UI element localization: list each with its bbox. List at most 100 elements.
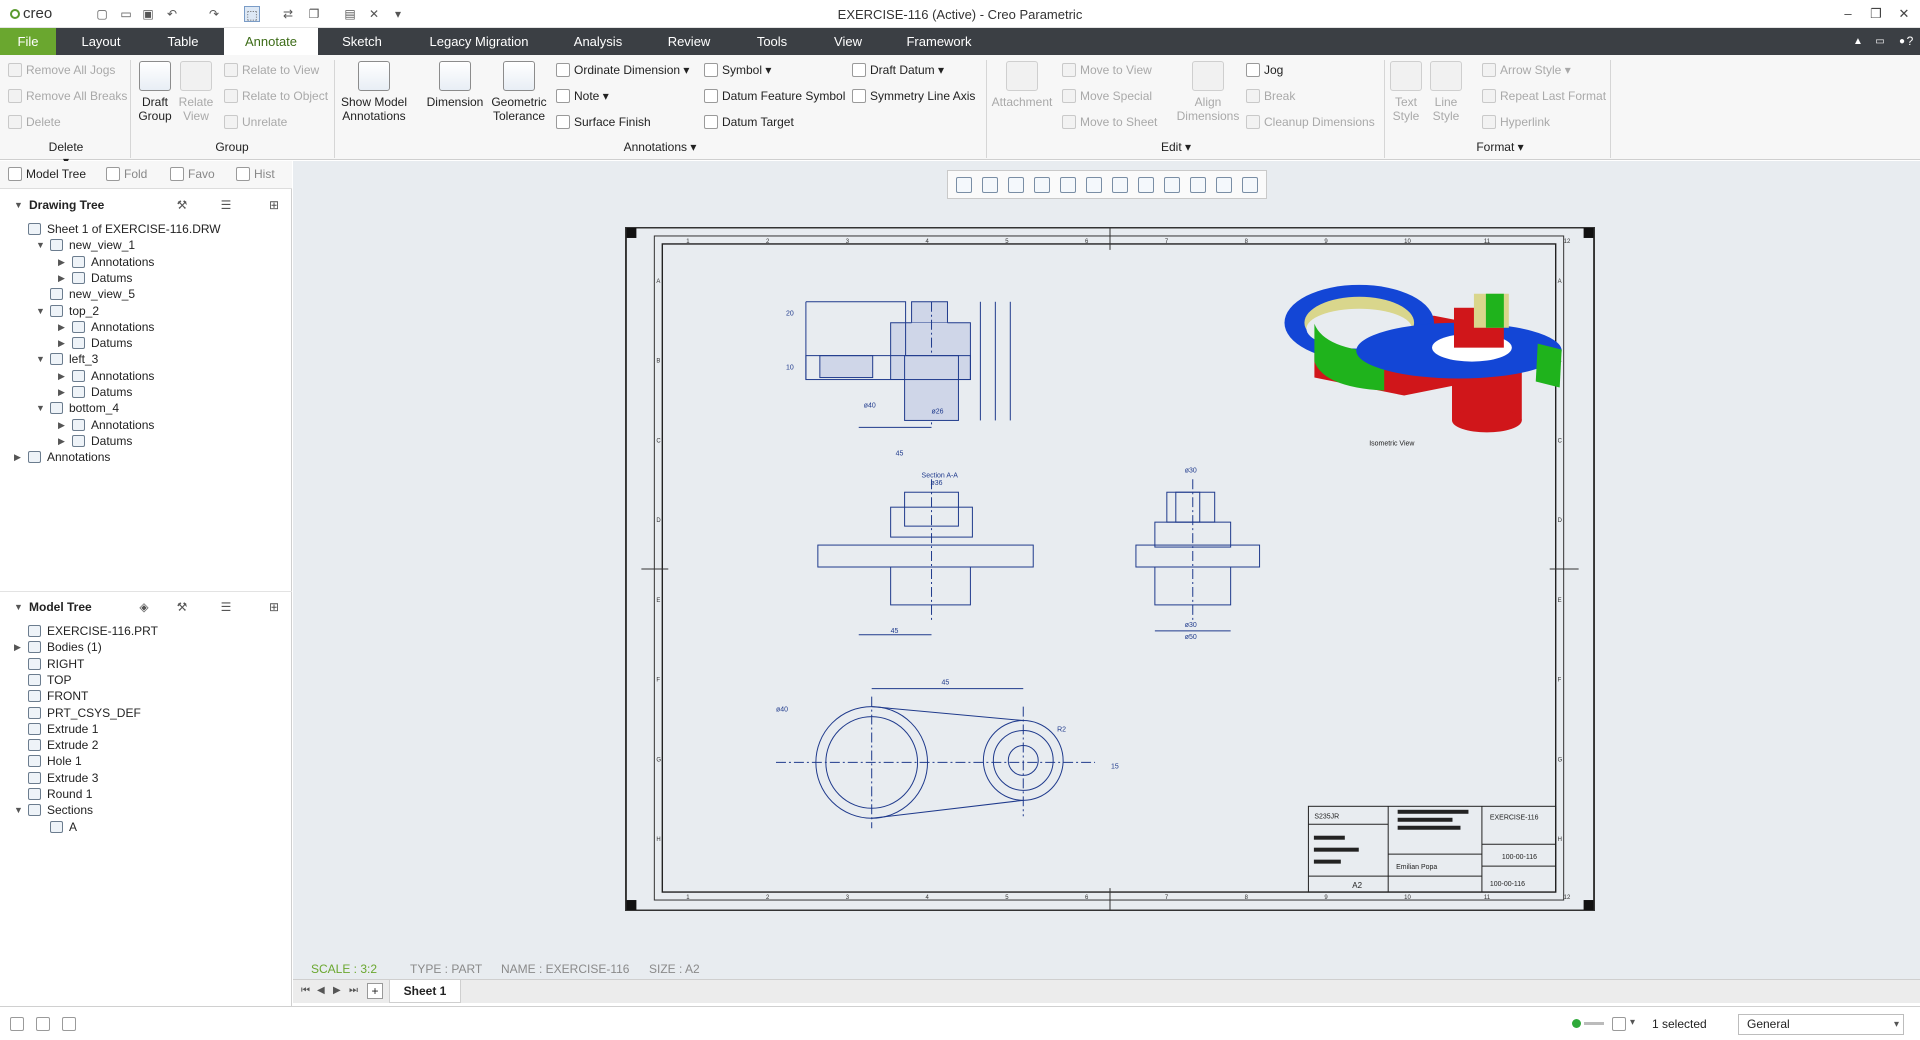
tree-filter-icon[interactable]: ☰ bbox=[218, 599, 234, 615]
zoom-in-icon[interactable] bbox=[982, 177, 998, 193]
add-sheet-button[interactable]: + bbox=[367, 983, 383, 999]
symbol-button[interactable]: Symbol ▾ bbox=[704, 63, 771, 77]
drawing-tree-item[interactable]: Datums bbox=[72, 336, 132, 350]
model-tree-item[interactable]: Extrude 1 bbox=[28, 722, 98, 736]
show-model-annotations-button[interactable]: Show Model Annotations bbox=[338, 61, 410, 123]
tab-tools[interactable]: Tools bbox=[754, 28, 790, 55]
expand-arrow[interactable]: ▶ bbox=[58, 371, 65, 382]
break-button[interactable]: Break bbox=[1246, 89, 1295, 103]
expand-arrow[interactable]: ▶ bbox=[14, 452, 21, 463]
remove-all-jogs-button[interactable]: Remove All Jogs bbox=[8, 63, 115, 77]
saved-views-icon[interactable] bbox=[1086, 177, 1102, 193]
model-tree-item[interactable]: PRT_CSYS_DEF bbox=[28, 706, 141, 720]
drawing-tree-item[interactable]: Sheet 1 of EXERCISE-116.DRW bbox=[28, 222, 221, 236]
find-dropdown-icon[interactable]: ▾ bbox=[1630, 1017, 1635, 1028]
expand-arrow[interactable]: ▼ bbox=[14, 805, 23, 815]
first-sheet-icon[interactable]: ⏮ bbox=[301, 985, 310, 996]
minimize-button[interactable]: – bbox=[1836, 4, 1860, 24]
csys-display-icon[interactable] bbox=[1242, 177, 1258, 193]
tab-framework[interactable]: Framework bbox=[904, 28, 974, 55]
tab-model-tree[interactable]: Model Tree bbox=[8, 167, 86, 181]
remove-all-breaks-button[interactable]: Remove All Breaks bbox=[8, 89, 127, 103]
expand-arrow[interactable]: ▼ bbox=[36, 240, 45, 250]
relate-to-view-button[interactable]: Relate to View bbox=[224, 63, 319, 77]
drawing-tree-item[interactable]: new_view_1 bbox=[50, 238, 135, 252]
text-style-button[interactable]: Text Style bbox=[1388, 61, 1424, 123]
model-tree-item[interactable]: Round 1 bbox=[28, 787, 92, 801]
plane-display-icon[interactable] bbox=[1164, 177, 1180, 193]
tab-sheet-1[interactable]: Sheet 1 bbox=[389, 980, 461, 1003]
tab-favorites[interactable]: Favo bbox=[170, 167, 215, 181]
model-tree-item[interactable]: RIGHT bbox=[28, 657, 84, 671]
expand-arrow[interactable]: ▶ bbox=[58, 420, 65, 431]
move-to-sheet-button[interactable]: Move to Sheet bbox=[1062, 115, 1157, 129]
pin-icon[interactable]: ▭ bbox=[1872, 28, 1888, 55]
expand-arrow[interactable]: ▼ bbox=[36, 354, 45, 364]
draft-group-button[interactable]: Draft Group bbox=[134, 61, 176, 123]
align-dimensions-button[interactable]: Align Dimensions bbox=[1170, 61, 1246, 123]
model-tree-item[interactable]: Extrude 2 bbox=[28, 738, 98, 752]
tree-settings-icon[interactable]: ⚒ bbox=[174, 197, 190, 213]
collapse-arrow[interactable]: ▼ bbox=[14, 200, 23, 210]
draft-datum-button[interactable]: Draft Datum ▾ bbox=[852, 63, 944, 77]
delete-button[interactable]: Delete bbox=[8, 115, 61, 129]
regen-status-icon[interactable] bbox=[1572, 1019, 1581, 1028]
group-label-format[interactable]: Format ▾ bbox=[1470, 140, 1530, 154]
expand-arrow[interactable]: ▶ bbox=[58, 387, 65, 398]
tab-legacy-migration[interactable]: Legacy Migration bbox=[424, 28, 534, 55]
surface-finish-button[interactable]: Surface Finish bbox=[556, 115, 651, 129]
tab-analysis[interactable]: Analysis bbox=[572, 28, 624, 55]
last-sheet-icon[interactable]: ⏭ bbox=[349, 985, 358, 996]
filter-select[interactable]: General ▾ bbox=[1738, 1014, 1904, 1035]
relate-to-object-button[interactable]: Relate to Object bbox=[224, 89, 328, 103]
help-icon[interactable]: ? bbox=[1900, 28, 1920, 55]
model-tree-item[interactable]: Extrude 3 bbox=[28, 771, 98, 785]
tab-view[interactable]: View bbox=[832, 28, 864, 55]
model-tree-item[interactable]: TOP bbox=[28, 673, 71, 687]
display-style-icon[interactable]: ◈ bbox=[136, 599, 152, 615]
drawing-tree-item[interactable]: Annotations bbox=[72, 418, 154, 432]
unrelate-button[interactable]: Unrelate bbox=[224, 115, 287, 129]
collapse-ribbon-icon[interactable]: ▲ bbox=[1850, 28, 1866, 55]
tree-columns-icon[interactable]: ⊞ bbox=[266, 599, 282, 615]
fullscreen-icon[interactable] bbox=[62, 1017, 76, 1031]
attachment-button[interactable]: Attachment bbox=[990, 61, 1054, 109]
tab-history[interactable]: Hist bbox=[236, 167, 275, 181]
refit-icon[interactable] bbox=[956, 177, 972, 193]
point-display-icon[interactable] bbox=[1216, 177, 1232, 193]
group-label-annotations[interactable]: Annotations ▾ bbox=[610, 140, 710, 154]
move-to-view-button[interactable]: Move to View bbox=[1062, 63, 1152, 77]
model-tree-item[interactable]: Sections bbox=[28, 803, 93, 817]
next-sheet-icon[interactable]: ▶ bbox=[333, 985, 341, 996]
expand-arrow[interactable]: ▶ bbox=[58, 273, 65, 284]
display-style-icon[interactable] bbox=[1060, 177, 1076, 193]
note-button[interactable]: Note ▾ bbox=[556, 89, 609, 103]
expand-arrow[interactable]: ▶ bbox=[58, 436, 65, 447]
axis-display-icon[interactable] bbox=[1190, 177, 1206, 193]
drawing-tree-item[interactable]: Datums bbox=[72, 385, 132, 399]
repaint-icon[interactable] bbox=[1034, 177, 1050, 193]
tab-file[interactable]: File bbox=[0, 28, 56, 55]
navigator-toggle-icon[interactable] bbox=[10, 1017, 24, 1031]
prev-sheet-icon[interactable]: ◀ bbox=[317, 985, 325, 996]
collapse-arrow[interactable]: ▼ bbox=[14, 602, 23, 612]
relate-view-button[interactable]: Relate View bbox=[176, 61, 216, 123]
geometric-tolerance-button[interactable]: Geometric Tolerance bbox=[488, 61, 550, 123]
drawing-tree-item[interactable]: Datums bbox=[72, 271, 132, 285]
drawing-tree-item[interactable]: Annotations bbox=[72, 320, 154, 334]
datum-feature-symbol-button[interactable]: Datum Feature Symbol bbox=[704, 89, 845, 103]
browser-toggle-icon[interactable] bbox=[36, 1017, 50, 1031]
drawing-tree-item[interactable]: Datums bbox=[72, 434, 132, 448]
datum-target-button[interactable]: Datum Target bbox=[704, 115, 794, 129]
drawing-tree-item[interactable]: left_3 bbox=[50, 352, 98, 366]
tree-columns-icon[interactable]: ⊞ bbox=[266, 197, 282, 213]
tree-filter-icon[interactable]: ☰ bbox=[218, 197, 234, 213]
model-tree-item[interactable]: EXERCISE-116.PRT bbox=[28, 624, 158, 638]
datum-display-icon[interactable] bbox=[1138, 177, 1154, 193]
close-button[interactable]: ✕ bbox=[1892, 4, 1916, 24]
expand-arrow[interactable]: ▶ bbox=[14, 642, 21, 653]
symmetry-line-axis-button[interactable]: Symmetry Line Axis bbox=[852, 89, 975, 103]
drawing-tree-item[interactable]: Annotations bbox=[72, 255, 154, 269]
model-tree-item[interactable]: Hole 1 bbox=[28, 754, 82, 768]
drawing-sheet[interactable]: 112233445566778899101011111212AABBCCDDEE… bbox=[625, 227, 1595, 911]
